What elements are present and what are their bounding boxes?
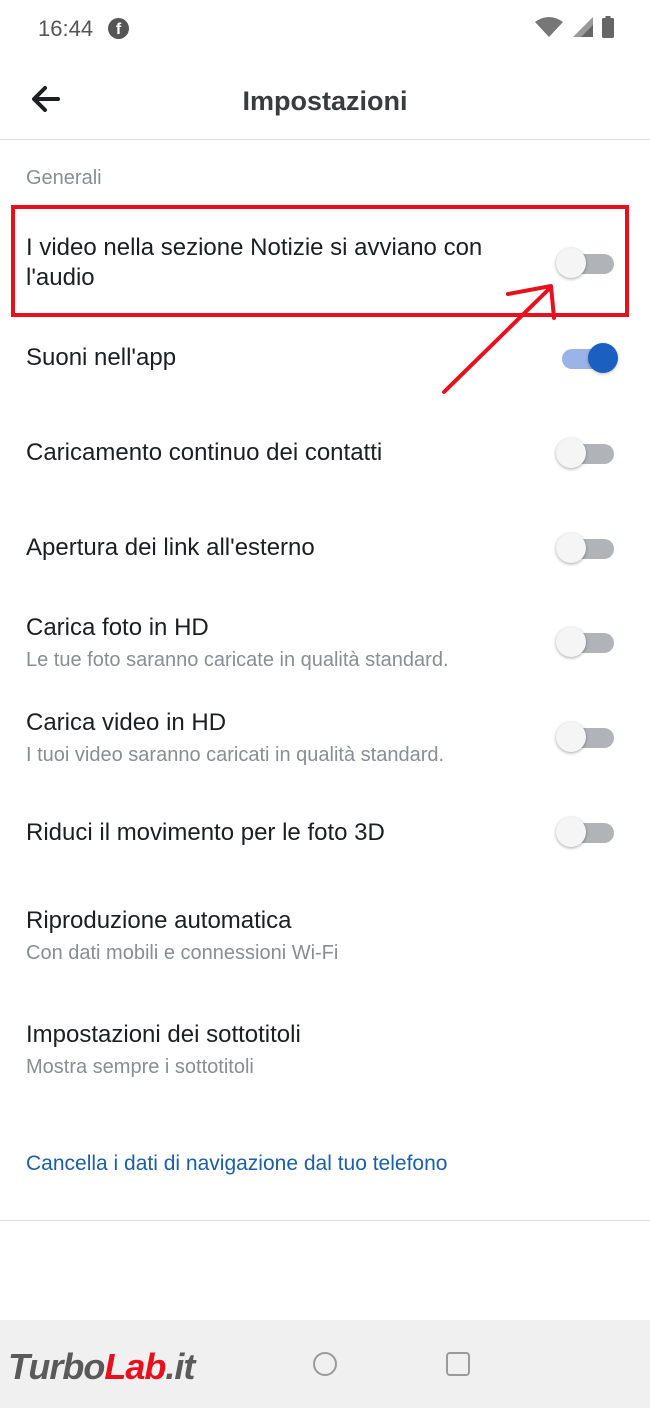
toggle-switch-off[interactable] — [556, 622, 618, 662]
setting-subtitle: Con dati mobili e connessioni Wi-Fi — [26, 942, 339, 964]
setting-subtitle: I tuoi video saranno caricati in qualità… — [26, 744, 445, 766]
toggle-switch-off[interactable] — [556, 812, 618, 852]
status-bar: 16:44 f — [0, 0, 650, 60]
setting-title: Riproduzione automatica — [26, 907, 292, 934]
setting-row-hd-photos[interactable]: Carica foto in HD Le tue foto saranno ca… — [0, 605, 650, 685]
setting-row-autoplay[interactable]: Riproduzione automatica Con dati mobili … — [0, 898, 650, 978]
setting-row-hd-videos[interactable]: Carica video in HD I tuoi video saranno … — [0, 700, 650, 780]
watermark-logo: TurboLab.it — [8, 1346, 195, 1387]
signal-icon — [573, 17, 593, 37]
clear-browsing-data-link[interactable]: Cancella i dati di navigazione dal tuo t… — [26, 1152, 447, 1176]
home-circle-icon[interactable] — [313, 1352, 337, 1376]
toggle-switch-on[interactable] — [556, 338, 618, 378]
setting-title: Riduci il movimento per le foto 3D — [26, 819, 385, 846]
recents-square-icon[interactable] — [446, 1352, 470, 1376]
status-icons — [534, 16, 614, 38]
setting-title: Caricamento continuo dei contatti — [26, 439, 383, 466]
annotation-arrow-icon — [442, 284, 556, 394]
battery-icon — [602, 16, 614, 38]
status-time: 16:44 — [38, 16, 94, 41]
setting-row-3d-motion[interactable]: Riduci il movimento per le foto 3D — [0, 795, 650, 875]
facebook-icon: f — [108, 18, 129, 39]
setting-row-subtitles[interactable]: Impostazioni dei sottotitoli Mostra semp… — [0, 1012, 650, 1092]
setting-subtitle: Mostra sempre i sottotitoli — [26, 1056, 254, 1078]
setting-row-contacts-upload[interactable]: Caricamento continuo dei contatti — [0, 415, 650, 495]
app-bar: Impostazioni — [0, 60, 650, 140]
setting-row-external-links[interactable]: Apertura dei link all'esterno — [0, 510, 650, 590]
toggle-switch-off[interactable] — [556, 433, 618, 473]
setting-title: Carica foto in HD — [26, 614, 209, 641]
toggle-switch-off[interactable] — [556, 528, 618, 568]
toggle-switch-off[interactable] — [556, 717, 618, 757]
setting-title: Carica video in HD — [26, 709, 227, 736]
setting-title: Impostazioni dei sottotitoli — [26, 1021, 301, 1048]
setting-title: Suoni nell'app — [26, 344, 177, 371]
section-header: Generali — [26, 167, 102, 189]
page-title: Impostazioni — [242, 86, 408, 116]
divider — [0, 1220, 650, 1221]
setting-title: Apertura dei link all'esterno — [26, 534, 315, 561]
setting-subtitle: Le tue foto saranno caricate in qualità … — [26, 649, 449, 671]
wifi-icon — [535, 17, 563, 37]
